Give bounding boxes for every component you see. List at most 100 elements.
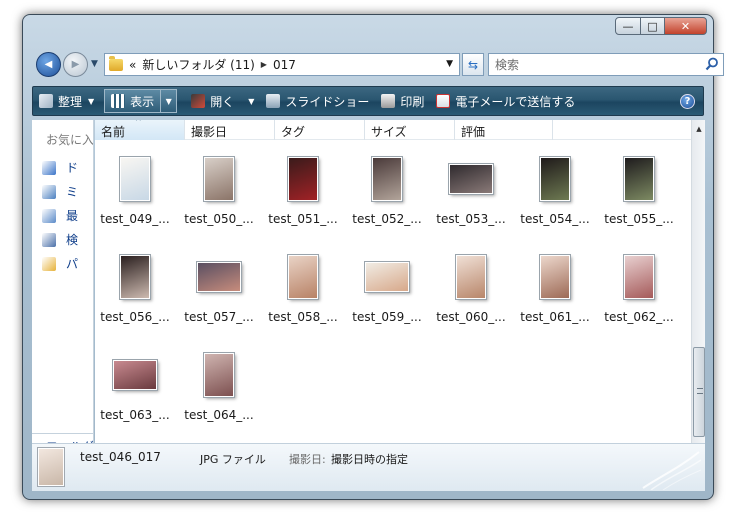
image-thumbnail: [204, 353, 234, 397]
file-tile[interactable]: test_062_...: [599, 248, 679, 334]
image-thumbnail: [365, 262, 409, 292]
column-rating-label: 評価: [461, 125, 486, 139]
image-thumbnail: [372, 157, 402, 201]
back-button[interactable]: ◀: [36, 52, 61, 77]
column-size[interactable]: サイズ: [365, 120, 455, 140]
search-input[interactable]: 検索: [488, 53, 724, 76]
view-dropdown[interactable]: ▼: [161, 89, 178, 113]
address-row: ◀ ▶ ▼ « 新しいフォルダ (11) ▶ 017 ▼ ⇆ 検索: [32, 50, 724, 78]
printer-icon: [381, 94, 396, 108]
column-name[interactable]: ^ 名前: [95, 120, 185, 140]
email-label: 電子メールで送信する: [455, 94, 576, 109]
photo-viewer-icon: [191, 94, 206, 108]
breadcrumb-parent[interactable]: 新しいフォルダ (11): [142, 56, 254, 73]
file-tile[interactable]: test_063_...: [95, 346, 175, 432]
open-button[interactable]: 開く ▼: [185, 89, 260, 113]
column-date-taken[interactable]: 撮影日: [185, 120, 275, 140]
file-tile[interactable]: test_054_...: [515, 150, 595, 236]
thumbnail-frame: [95, 248, 175, 306]
date-taken-value[interactable]: 撮影日時の指定: [331, 451, 408, 467]
favorite-link-2[interactable]: 最: [42, 207, 78, 224]
file-name-label: test_056_...: [100, 310, 170, 324]
column-headers: ^ 名前 撮影日 タグ サイズ 評価: [95, 120, 691, 140]
scroll-thumb[interactable]: [693, 347, 705, 437]
column-name-label: 名前: [101, 125, 126, 139]
file-tile[interactable]: test_064_...: [179, 346, 259, 432]
image-thumbnail: [456, 255, 486, 299]
selected-thumbnail: [38, 448, 64, 486]
history-dropdown[interactable]: ▼: [91, 59, 98, 69]
file-name-label: test_050_...: [184, 212, 254, 226]
thumbnail-frame: [95, 346, 175, 404]
favorite-link-1[interactable]: ミ: [42, 183, 78, 200]
file-tile[interactable]: test_059_...: [347, 248, 427, 334]
file-name-label: test_049_...: [100, 212, 170, 226]
image-thumbnail: [449, 164, 493, 194]
file-tile[interactable]: test_060_...: [431, 248, 511, 334]
recent-places-icon: [42, 208, 56, 223]
search-icon[interactable]: [705, 57, 719, 71]
minimize-button[interactable]: —: [615, 17, 641, 35]
chevron-down-icon[interactable]: ▼: [248, 97, 254, 106]
file-tile[interactable]: test_061_...: [515, 248, 595, 334]
breadcrumb-current[interactable]: 017: [273, 58, 296, 72]
organize-button[interactable]: 整理 ▼: [33, 89, 100, 113]
back-arrow-icon: ◀: [44, 59, 53, 70]
image-thumbnail: [288, 255, 318, 299]
breadcrumb-overflow[interactable]: «: [129, 58, 136, 72]
file-tile[interactable]: test_057_...: [179, 248, 259, 334]
file-tile[interactable]: test_055_...: [599, 150, 679, 236]
documents-icon: [42, 160, 56, 175]
thumbnail-frame: [179, 150, 259, 208]
forward-button[interactable]: ▶: [63, 52, 88, 77]
file-tile[interactable]: test_056_...: [95, 248, 175, 334]
favorite-link-label: ミ: [66, 185, 79, 199]
thumbnail-frame: [431, 248, 511, 306]
file-tile[interactable]: test_053_...: [431, 150, 511, 236]
organize-icon: [39, 94, 53, 108]
email-button[interactable]: 電子メールで送信する: [430, 89, 581, 113]
favorite-link-0[interactable]: ド: [42, 159, 78, 176]
file-tile[interactable]: test_049_...: [95, 150, 175, 236]
file-tile[interactable]: test_058_...: [263, 248, 343, 334]
print-button[interactable]: 印刷: [375, 89, 430, 113]
thumbnail-frame: [347, 248, 427, 306]
close-button[interactable]: ✕: [665, 17, 707, 35]
file-name-label: test_062_...: [604, 310, 674, 324]
view-button[interactable]: 表示: [104, 89, 162, 113]
help-icon[interactable]: ?: [680, 94, 695, 109]
address-bar[interactable]: « 新しいフォルダ (11) ▶ 017 ▼: [104, 53, 460, 76]
image-thumbnail: [197, 262, 241, 292]
file-tile[interactable]: test_051_...: [263, 150, 343, 236]
organize-label: 整理: [58, 94, 83, 109]
vertical-scrollbar[interactable]: ▲ ▼: [691, 120, 705, 457]
slideshow-button[interactable]: スライドショー: [260, 89, 375, 113]
breadcrumb-separator-icon[interactable]: ▶: [261, 60, 267, 69]
file-name-label: test_060_...: [436, 310, 506, 324]
print-label: 印刷: [400, 94, 425, 109]
image-thumbnail: [120, 255, 150, 299]
refresh-button[interactable]: ⇆: [462, 53, 484, 76]
address-dropdown-icon[interactable]: ▼: [446, 59, 453, 69]
favorite-link-4[interactable]: パ: [42, 255, 78, 272]
file-name-label: test_061_...: [520, 310, 590, 324]
slideshow-label: スライドショー: [285, 94, 370, 109]
file-tile[interactable]: test_050_...: [179, 150, 259, 236]
scroll-up-button[interactable]: ▲: [692, 122, 706, 136]
file-tile[interactable]: test_052_...: [347, 150, 427, 236]
thumbnail-frame: [515, 248, 595, 306]
column-tags[interactable]: タグ: [275, 120, 365, 140]
thumbnail-frame: [599, 248, 679, 306]
column-date-taken-label: 撮影日: [191, 125, 228, 139]
image-thumbnail: [113, 360, 157, 390]
forward-arrow-icon: ▶: [71, 59, 80, 70]
selected-file-type: JPG ファイル: [200, 453, 266, 466]
image-thumbnail: [120, 157, 150, 201]
view-icon: [111, 94, 126, 108]
column-rating[interactable]: 評価: [455, 120, 553, 140]
image-thumbnail: [540, 255, 570, 299]
maximize-button[interactable]: □: [641, 17, 665, 35]
file-name-label: test_052_...: [352, 212, 422, 226]
file-name-label: test_054_...: [520, 212, 590, 226]
favorite-link-3[interactable]: 検: [42, 231, 78, 248]
